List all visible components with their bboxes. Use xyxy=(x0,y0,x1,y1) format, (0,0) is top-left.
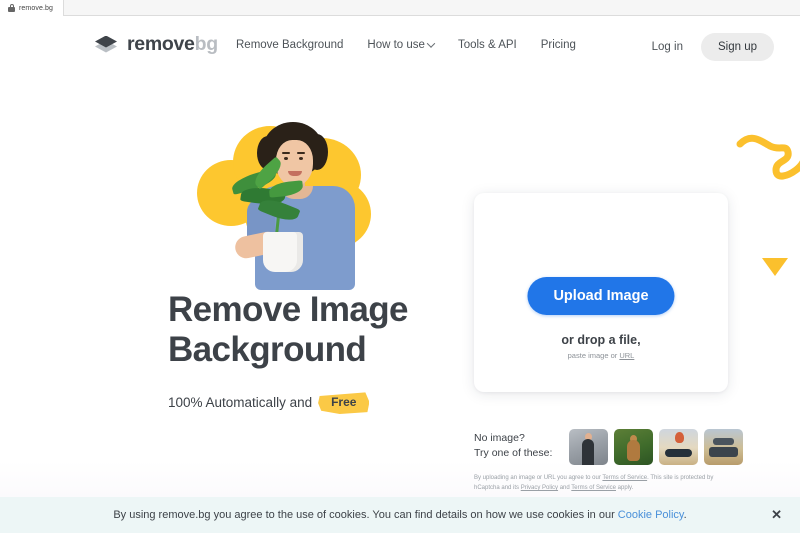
cookie-consent-text: By using remove.bg you agree to the use … xyxy=(113,509,686,521)
terms-of-service-link-2[interactable]: Terms of Service xyxy=(571,485,616,491)
person-illustration xyxy=(229,122,357,290)
page-root: remove.bg removebg Remove Background How… xyxy=(0,0,800,533)
sample-thumbnail-car-balloon[interactable] xyxy=(659,429,698,465)
upload-image-button[interactable]: Upload Image xyxy=(527,277,675,315)
paste-url-link[interactable]: URL xyxy=(619,351,634,360)
hero-image xyxy=(183,120,398,290)
browser-tab-strip: remove.bg xyxy=(0,0,800,16)
chevron-down-icon xyxy=(426,39,436,48)
sample-label-line-1: No image? xyxy=(474,432,525,444)
browser-tab-title: remove.bg xyxy=(19,4,53,12)
sample-thumbnail-woman[interactable] xyxy=(569,429,608,465)
cookie-text-after: . xyxy=(683,509,687,521)
sample-thumbnail-jeep[interactable] xyxy=(704,429,743,465)
nav-item-tools-api[interactable]: Tools & API xyxy=(458,39,517,51)
sample-thumbnails xyxy=(569,429,743,465)
nav-label: How to use xyxy=(367,39,425,51)
logo-wordmark: removebg xyxy=(127,33,218,56)
terms-of-service-link[interactable]: Terms of Service xyxy=(602,475,647,481)
cookie-consent-bar: By using remove.bg you agree to the use … xyxy=(0,497,800,533)
sample-images-label: No image? Try one of these: xyxy=(474,429,560,461)
free-badge: Free xyxy=(318,391,370,414)
headline-line-2: Background xyxy=(168,329,367,369)
nav-item-remove-background[interactable]: Remove Background xyxy=(236,39,343,51)
auth-actions: Log in Sign up xyxy=(642,33,774,61)
close-icon[interactable]: ✕ xyxy=(771,507,782,523)
paste-hint-prefix: paste image or xyxy=(567,351,620,360)
legal-part-3: and xyxy=(558,484,572,491)
login-link[interactable]: Log in xyxy=(642,35,693,59)
free-badge-label: Free xyxy=(331,395,357,409)
nav-label: Tools & API xyxy=(457,39,517,51)
nav-label: Remove Background xyxy=(236,39,344,51)
logo-text-secondary: bg xyxy=(194,33,219,55)
nav-item-pricing[interactable]: Pricing xyxy=(541,39,576,51)
hero-subtitle: 100% Automatically and Free xyxy=(168,391,370,414)
page-surface: removebg Remove Background How to use To… xyxy=(0,16,800,533)
legal-part-4: apply. xyxy=(615,484,634,491)
yellow-triangle-icon xyxy=(762,258,788,276)
lock-icon xyxy=(8,4,15,12)
legal-part-1: By uploading an image or URL you agree t… xyxy=(474,475,603,481)
upload-card[interactable]: Upload Image or drop a file, paste image… xyxy=(474,193,728,392)
page-title: Remove Image Background xyxy=(168,290,498,370)
signup-button[interactable]: Sign up xyxy=(700,33,774,61)
sample-label-line-2: Try one of these: xyxy=(474,447,553,460)
browser-tab[interactable]: remove.bg xyxy=(0,0,64,16)
cookie-policy-link[interactable]: Cookie Policy xyxy=(618,509,684,521)
cookie-text-before: By using remove.bg you agree to the use … xyxy=(113,509,618,521)
hero-subtitle-text: 100% Automatically and xyxy=(168,395,313,410)
privacy-policy-link[interactable]: Privacy Policy xyxy=(521,485,558,491)
sample-images-section: No image? Try one of these: xyxy=(474,429,743,465)
layers-diamond-icon xyxy=(93,34,119,56)
logo-text-primary: remove xyxy=(127,33,195,55)
nav-item-how-to-use[interactable]: How to use xyxy=(367,39,436,51)
paste-hint: paste image or URL xyxy=(474,351,728,360)
legal-disclaimer: By uploading an image or URL you agree t… xyxy=(474,474,730,494)
site-header: removebg Remove Background How to use To… xyxy=(0,25,800,71)
sample-thumbnail-deer[interactable] xyxy=(614,429,653,465)
nav-label: Pricing xyxy=(540,39,576,51)
site-logo[interactable]: removebg xyxy=(93,33,218,56)
drop-file-text: or drop a file, xyxy=(561,333,641,347)
main-nav: Remove Background How to use Tools & API… xyxy=(236,39,576,51)
headline-line-1: Remove Image xyxy=(168,290,408,329)
yellow-squiggle-icon xyxy=(736,134,800,180)
